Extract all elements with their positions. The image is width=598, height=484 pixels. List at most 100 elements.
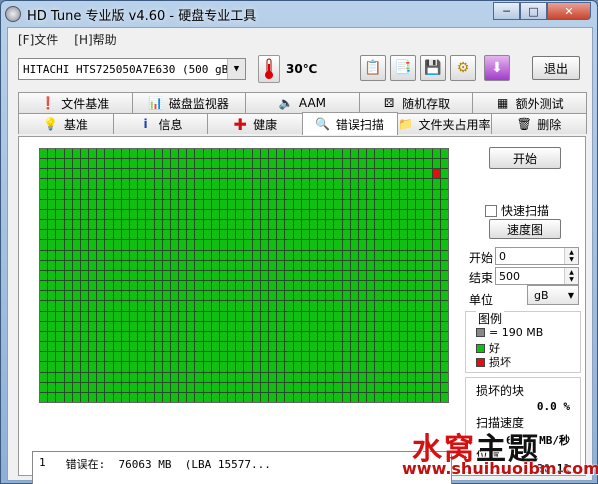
good-block bbox=[203, 372, 211, 382]
good-block bbox=[252, 352, 260, 362]
good-block bbox=[334, 209, 342, 220]
start-field[interactable]: 0 ▲ ▼ bbox=[495, 247, 579, 265]
tab-info[interactable]: i 信息 bbox=[112, 113, 209, 134]
good-block bbox=[383, 230, 391, 240]
good-block bbox=[105, 149, 113, 159]
good-block bbox=[416, 220, 424, 230]
good-block bbox=[383, 382, 391, 392]
tab-benchmark[interactable]: 💡 基准 bbox=[18, 113, 114, 134]
good-block bbox=[105, 362, 113, 372]
good-block bbox=[48, 392, 56, 402]
good-block bbox=[187, 149, 195, 159]
good-block bbox=[97, 260, 105, 270]
good-block bbox=[203, 179, 211, 189]
good-block bbox=[162, 291, 170, 301]
maximize-button[interactable]: □ bbox=[520, 2, 547, 20]
menu-file[interactable]: [F]文件 bbox=[18, 31, 58, 48]
copy-screen-button[interactable]: 📑 bbox=[390, 55, 416, 81]
good-block bbox=[391, 149, 399, 159]
menu-help[interactable]: [H]帮助 bbox=[74, 31, 116, 48]
good-block bbox=[219, 301, 228, 311]
good-block bbox=[350, 372, 359, 382]
chevron-down-icon[interactable]: ▼ bbox=[227, 59, 245, 79]
good-block bbox=[342, 372, 350, 382]
good-block bbox=[342, 250, 350, 260]
good-block bbox=[195, 169, 203, 179]
good-block bbox=[424, 331, 432, 342]
good-block bbox=[269, 291, 277, 301]
title-bar[interactable]: HD Tune 专业版 v4.60 - 硬盘专业工具 ─ □ ✕ bbox=[5, 2, 593, 25]
good-block bbox=[359, 220, 367, 230]
tab-random-access[interactable]: ⚄ 随机存取 bbox=[358, 92, 474, 113]
end-field[interactable]: 500 ▲ ▼ bbox=[495, 267, 579, 285]
good-block bbox=[260, 311, 269, 321]
quick-scan-checkbox[interactable]: 快速扫描 bbox=[485, 202, 549, 219]
good-block bbox=[187, 209, 195, 220]
copy-info-button[interactable]: 📋 bbox=[360, 55, 386, 81]
good-block bbox=[105, 321, 113, 331]
good-block bbox=[342, 382, 350, 392]
good-block bbox=[359, 209, 367, 220]
download-button[interactable]: ⬇ bbox=[484, 55, 510, 81]
tab-file-benchmark[interactable]: ❗ 文件基准 bbox=[18, 92, 133, 113]
error-log[interactable]: 1 错误在: 76063 MB (LBA 15577... bbox=[32, 451, 452, 484]
good-block bbox=[285, 301, 293, 311]
tab-extra-tests[interactable]: ▦ 额外测试 bbox=[472, 92, 587, 113]
good-block bbox=[64, 270, 72, 281]
exit-button[interactable]: 退出 bbox=[532, 56, 580, 80]
good-block bbox=[211, 270, 219, 281]
good-block bbox=[408, 159, 416, 169]
save-button[interactable]: 💾 bbox=[420, 55, 446, 81]
good-block bbox=[293, 260, 301, 270]
tab-erase[interactable]: 🗑 删除 bbox=[491, 113, 588, 134]
good-block bbox=[252, 342, 260, 352]
good-block bbox=[48, 149, 56, 159]
good-block bbox=[40, 331, 48, 342]
good-block bbox=[129, 392, 138, 402]
checkbox-box[interactable] bbox=[485, 204, 497, 217]
good-block bbox=[179, 301, 187, 311]
good-block bbox=[440, 169, 448, 179]
good-block bbox=[219, 220, 228, 230]
good-block bbox=[277, 392, 285, 402]
close-button[interactable]: ✕ bbox=[547, 2, 591, 20]
log-text: 错误在: 76063 MB (LBA 15577... bbox=[65, 458, 271, 471]
chevron-down-icon: ▼ bbox=[567, 290, 574, 300]
good-block bbox=[219, 209, 228, 220]
good-block bbox=[318, 250, 326, 260]
good-block bbox=[367, 291, 375, 301]
good-block bbox=[211, 331, 219, 342]
good-block bbox=[440, 240, 448, 250]
tab-disk-monitor[interactable]: 📊 磁盘监视器 bbox=[131, 92, 247, 113]
good-block bbox=[416, 240, 424, 250]
good-block bbox=[154, 362, 162, 372]
drive-select[interactable]: HITACHI HTS725050A7E630 (500 gB) ▼ bbox=[18, 58, 246, 80]
good-block bbox=[170, 179, 179, 189]
start-scan-button[interactable]: 开始 bbox=[489, 147, 561, 169]
good-block bbox=[121, 209, 129, 220]
good-block bbox=[416, 392, 424, 402]
good-block bbox=[432, 331, 440, 342]
good-block bbox=[113, 189, 121, 199]
good-block bbox=[121, 240, 129, 250]
unit-select[interactable]: gB ▼ bbox=[527, 285, 579, 305]
good-block bbox=[309, 179, 318, 189]
spin-arrows-icon[interactable]: ▲ ▼ bbox=[564, 268, 578, 284]
good-block bbox=[113, 392, 121, 402]
tab-health[interactable]: ✚ 健康 bbox=[207, 113, 304, 134]
spin-arrows-icon[interactable]: ▲ ▼ bbox=[564, 248, 578, 264]
minimize-button[interactable]: ─ bbox=[493, 2, 520, 20]
good-block bbox=[367, 199, 375, 209]
tab-error-scan[interactable]: 🔍 错误扫描 bbox=[302, 112, 398, 135]
good-block bbox=[309, 230, 318, 240]
good-block bbox=[342, 342, 350, 352]
speed-map-button[interactable]: 速度图 bbox=[489, 219, 561, 239]
app-window: HD Tune 专业版 v4.60 - 硬盘专业工具 ─ □ ✕ [F]文件 [… bbox=[0, 0, 598, 484]
good-block bbox=[121, 331, 129, 342]
good-block bbox=[195, 281, 203, 291]
good-block bbox=[146, 230, 154, 240]
tab-aam[interactable]: 🔈 AAM bbox=[245, 92, 360, 113]
good-block bbox=[228, 230, 236, 240]
tab-folder-usage[interactable]: 📁 文件夹占用率 bbox=[396, 113, 493, 134]
settings-button[interactable]: ⚙ bbox=[450, 55, 476, 81]
